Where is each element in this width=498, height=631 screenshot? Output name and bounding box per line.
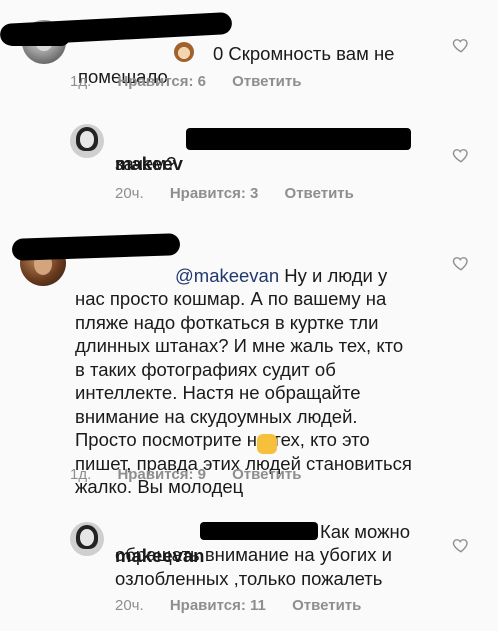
heart-outline-icon[interactable]	[452, 254, 470, 272]
comment-meta: 20ч. Нравится: 11 Ответить	[115, 597, 383, 614]
comment-meta: 1д. Нравится: 9 Ответить	[70, 466, 323, 483]
reply-button[interactable]: Ответить	[232, 466, 301, 483]
avatar-face	[80, 529, 94, 546]
comment-body: зачем?	[115, 153, 177, 174]
likes-count[interactable]: Нравится: 6	[117, 73, 206, 90]
comment-2: makeev зачем? 20ч. Нравится: 3 Ответить	[0, 110, 498, 210]
comment-body: Ну и люди у нас просто кошмар. А по ваше…	[75, 264, 412, 498]
avatar-face	[80, 131, 94, 148]
reply-button[interactable]: Ответить	[232, 73, 301, 90]
redacted-overlay	[200, 522, 318, 540]
comment-meta: 1д. Нравится: 6 Ответить	[70, 73, 323, 90]
comment-body-first: Как можно	[320, 521, 410, 542]
reply-button[interactable]: Ответить	[292, 597, 361, 614]
comment-time: 20ч.	[115, 597, 144, 614]
reply-button[interactable]: Ответить	[285, 185, 354, 202]
heart-outline-icon[interactable]	[452, 146, 470, 164]
comment-meta: 20ч. Нравится: 3 Ответить	[115, 185, 376, 202]
comment-time: 20ч.	[115, 185, 144, 202]
avatar[interactable]	[70, 124, 104, 158]
raised-fist-icon	[257, 434, 277, 454]
avatar[interactable]	[70, 522, 104, 556]
mention-link[interactable]: @makeevan	[175, 265, 279, 286]
comment-1: 0 Скромность вам не помешало 1д. Нравитс…	[0, 0, 498, 100]
comment-body: обращать внимание на убогих и озлобленны…	[115, 544, 392, 589]
comment-3: @makeevan Ну и люди у нас просто кошмар.…	[0, 232, 498, 497]
redacted-overlay	[4, 28, 70, 46]
comment-time: 1д.	[70, 466, 92, 483]
comment-4: makeevan Как можно обращать внимание на …	[0, 510, 498, 631]
heart-outline-icon[interactable]	[452, 536, 470, 554]
redacted-username	[186, 128, 411, 150]
likes-count[interactable]: Нравится: 9	[117, 466, 206, 483]
heart-outline-icon[interactable]	[452, 36, 470, 54]
comment-text: @makeevan Ну и люди у нас просто кошмар.…	[75, 240, 435, 499]
likes-count[interactable]: Нравится: 11	[170, 597, 266, 614]
comment-time: 1д.	[70, 73, 92, 90]
see-no-evil-monkey-icon	[174, 42, 194, 62]
likes-count[interactable]: Нравится: 3	[170, 185, 259, 202]
